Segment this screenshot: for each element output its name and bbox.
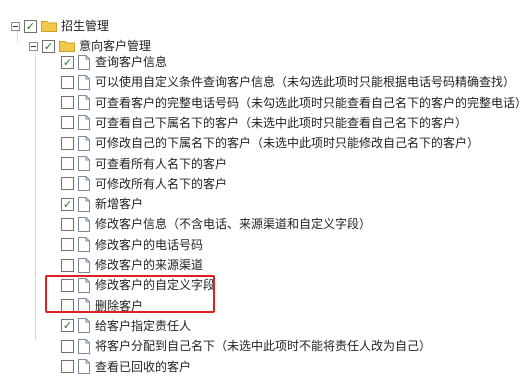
item-checkbox[interactable] (61, 157, 74, 170)
highlight-box (45, 275, 215, 313)
collapse-icon[interactable] (29, 41, 38, 51)
item-label[interactable]: 查询客户信息 (95, 52, 167, 72)
item-checkbox[interactable] (61, 136, 74, 150)
item-label[interactable]: 可以使用自定义条件查询客户信息（未勾选此项时只能根据电话号码精确查找） (95, 72, 515, 92)
collapse-icon[interactable] (11, 21, 20, 31)
document-icon (78, 135, 90, 151)
tree-item: ✓ 给客户指定责任人 (61, 316, 526, 336)
document-icon (78, 196, 90, 212)
document-icon (78, 237, 90, 253)
item-checkbox[interactable] (61, 75, 74, 89)
item-checkbox[interactable]: ✓ (61, 55, 74, 69)
document-icon (78, 74, 90, 90)
item-label[interactable]: 新增客户 (95, 194, 143, 214)
item-label[interactable]: 可查看自己下属名下的客户（未选中此项时只能查看自己名下的客户） (95, 113, 467, 133)
tree-item: 修改客户的来源渠道 (61, 255, 526, 275)
tree-item: 可查看自己下属名下的客户（未选中此项时只能查看自己名下的客户） (61, 113, 526, 133)
folder-icon (59, 41, 75, 52)
tree-guide-line (35, 52, 36, 339)
tree-item: 修改客户信息（不含电话、来源渠道和自定义字段） (61, 214, 526, 234)
tree-item: 可修改自己的下属名下的客户（未选中此项时只能修改自己名下的客户） (61, 133, 526, 153)
tree-node-root: ✓ 招生管理 (11, 16, 526, 36)
document-icon (78, 318, 90, 334)
tree-item: 修改客户的电话号码 (61, 235, 526, 255)
item-checkbox[interactable]: ✓ (61, 197, 74, 211)
document-icon (78, 95, 90, 111)
root-checkbox[interactable]: ✓ (24, 19, 37, 33)
tree-item: ✓ 新增客户 (61, 194, 526, 214)
root-label[interactable]: 招生管理 (61, 16, 109, 36)
item-checkbox[interactable] (61, 217, 74, 231)
document-icon (78, 338, 90, 354)
item-label[interactable]: 修改客户信息（不含电话、来源渠道和自定义字段） (95, 214, 371, 234)
item-checkbox[interactable] (61, 116, 74, 130)
document-icon (78, 156, 90, 171)
document-icon (78, 176, 90, 192)
document-icon (78, 54, 90, 70)
item-label[interactable]: 将客户分配到自己名下（未选中此项时不能将责任人改为自己） (95, 336, 431, 356)
item-checkbox[interactable]: ✓ (61, 319, 74, 333)
item-checkbox[interactable] (61, 360, 74, 373)
item-checkbox[interactable] (61, 177, 74, 191)
item-label[interactable]: 可修改所有人名下的客户 (95, 174, 227, 194)
tree-item: 可以使用自定义条件查询客户信息（未勾选此项时只能根据电话号码精确查找） (61, 72, 526, 92)
item-checkbox[interactable] (61, 96, 74, 110)
group-checkbox[interactable]: ✓ (42, 39, 55, 53)
item-checkbox[interactable] (61, 258, 74, 272)
document-icon (78, 257, 90, 273)
tree-item: ✓ 查询客户信息 (61, 52, 526, 72)
tree-item: 可修改所有人名下的客户 (61, 174, 526, 194)
item-label[interactable]: 可修改自己的下属名下的客户（未选中此项时只能修改自己名下的客户） (95, 133, 479, 153)
tree-item: 可查看所有人名下的客户 (61, 154, 526, 174)
folder-icon (41, 21, 57, 32)
item-checkbox[interactable] (61, 339, 74, 353)
tree-item: 将客户分配到自己名下（未选中此项时不能将责任人改为自己） (61, 336, 526, 356)
document-icon (78, 115, 90, 131)
tree-item: 查看已回收的客户 (61, 357, 526, 377)
item-label[interactable]: 给客户指定责任人 (95, 316, 191, 336)
tree-item: 可查看客户的完整电话号码（未勾选此项时只能查看自己名下的客户的完整电话） (61, 93, 526, 113)
item-label[interactable]: 可查看所有人名下的客户 (95, 154, 227, 174)
item-label[interactable]: 修改客户的电话号码 (95, 235, 203, 255)
document-icon (78, 216, 90, 232)
item-label[interactable]: 修改客户的来源渠道 (95, 255, 203, 275)
document-icon (78, 359, 90, 374)
item-label[interactable]: 可查看客户的完整电话号码（未勾选此项时只能查看自己名下的客户的完整电话） (95, 93, 526, 113)
item-label[interactable]: 查看已回收的客户 (95, 357, 191, 377)
item-checkbox[interactable] (61, 238, 74, 252)
